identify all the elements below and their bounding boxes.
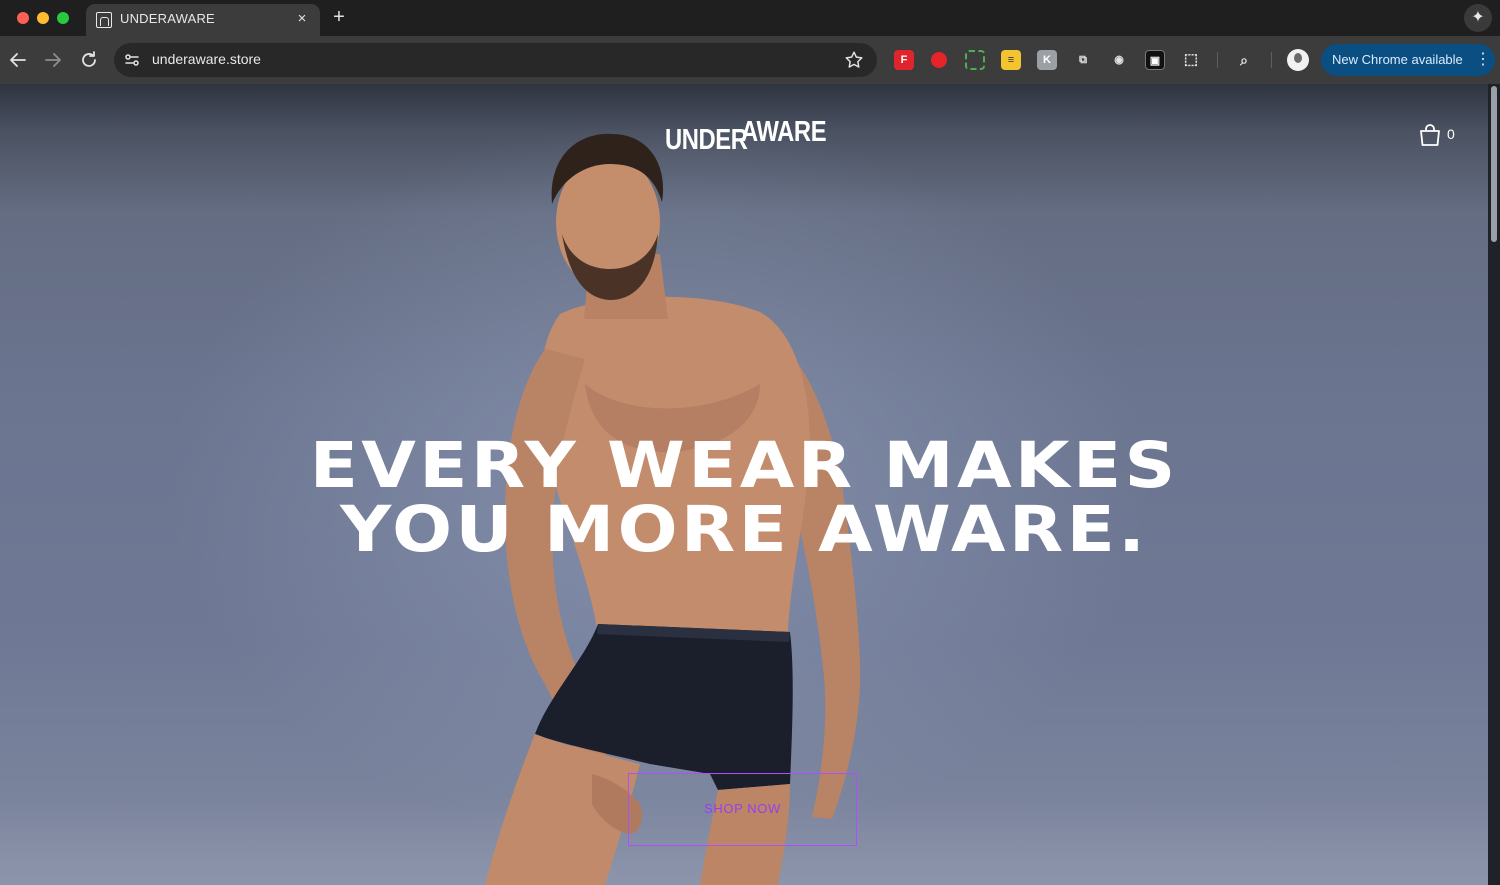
- translate-extension-icon[interactable]: K: [1037, 50, 1057, 70]
- forward-icon: [45, 53, 61, 67]
- adblock-extension-icon[interactable]: [929, 50, 949, 70]
- favicon-icon: [96, 12, 112, 28]
- cart-count: 0: [1447, 126, 1455, 142]
- hero-headline: EVERY WEAR MAKES YOU MORE AWARE.: [0, 434, 1500, 562]
- back-button[interactable]: [6, 48, 30, 72]
- lock-extension-icon[interactable]: ▣: [1145, 50, 1165, 70]
- page-viewport: UNDER AWARE 0 EVERY WEAR MAKES YOU MORE …: [0, 84, 1500, 885]
- toolbar-divider: [1217, 52, 1218, 68]
- logo-under-text: UNDER: [665, 124, 748, 156]
- minimize-window-button[interactable]: [37, 12, 49, 24]
- url-text[interactable]: underaware.store: [152, 51, 261, 67]
- update-label: New Chrome available: [1332, 52, 1463, 67]
- screenshot-extension-icon[interactable]: [965, 50, 985, 70]
- more-icon[interactable]: ⋮: [1475, 49, 1491, 71]
- reload-button[interactable]: [77, 48, 101, 72]
- flipboard-extension-icon[interactable]: F: [894, 50, 914, 70]
- address-bar[interactable]: underaware.store: [114, 43, 877, 77]
- extensions-icon[interactable]: ⬚: [1181, 50, 1201, 70]
- new-tab-button[interactable]: +: [328, 6, 350, 28]
- tab-strip: UNDERAWARE × + ✦: [0, 0, 1500, 36]
- site-info-icon: [125, 54, 139, 66]
- shopping-bag-icon: [1420, 124, 1440, 146]
- shop-now-button[interactable]: SHOP NOW: [628, 773, 857, 846]
- site-info-button[interactable]: [122, 50, 142, 70]
- headline-line-2: YOU MORE AWARE.: [340, 493, 1149, 566]
- notes-extension-icon[interactable]: ≡: [1001, 50, 1021, 70]
- reload-icon: [82, 51, 96, 67]
- camera-extension-icon[interactable]: ◉: [1109, 50, 1129, 70]
- close-window-button[interactable]: [17, 12, 29, 24]
- chrome-update-button[interactable]: New Chrome available ⋮: [1321, 44, 1495, 76]
- profile-avatar[interactable]: [1287, 49, 1309, 71]
- browser-tab[interactable]: UNDERAWARE ×: [86, 4, 320, 36]
- gemini-icon[interactable]: ✦: [1464, 4, 1492, 32]
- logo-aware-text: AWARE: [741, 116, 827, 148]
- scrollbar-thumb[interactable]: [1491, 86, 1497, 242]
- tab-close-button[interactable]: ×: [292, 9, 312, 29]
- tab-title: UNDERAWARE: [120, 11, 215, 26]
- tab-search-icon[interactable]: ⌕: [1234, 50, 1254, 70]
- browser-toolbar: underaware.store F ≡ K ⧉ ◉ ▣ ⬚ ⌕ New Chr…: [0, 36, 1500, 84]
- shop-now-label: SHOP NOW: [704, 801, 781, 816]
- cart-button[interactable]: [1418, 123, 1442, 147]
- headline-line-1: EVERY WEAR MAKES: [309, 429, 1179, 502]
- bookmark-star-button[interactable]: [843, 49, 865, 71]
- maximize-window-button[interactable]: [57, 12, 69, 24]
- page-scrollbar[interactable]: [1488, 84, 1500, 885]
- toolbar-divider: [1271, 52, 1272, 68]
- star-icon: [845, 51, 863, 68]
- back-icon: [10, 53, 26, 67]
- forward-button[interactable]: [41, 48, 65, 72]
- capture-extension-icon[interactable]: ⧉: [1073, 50, 1093, 70]
